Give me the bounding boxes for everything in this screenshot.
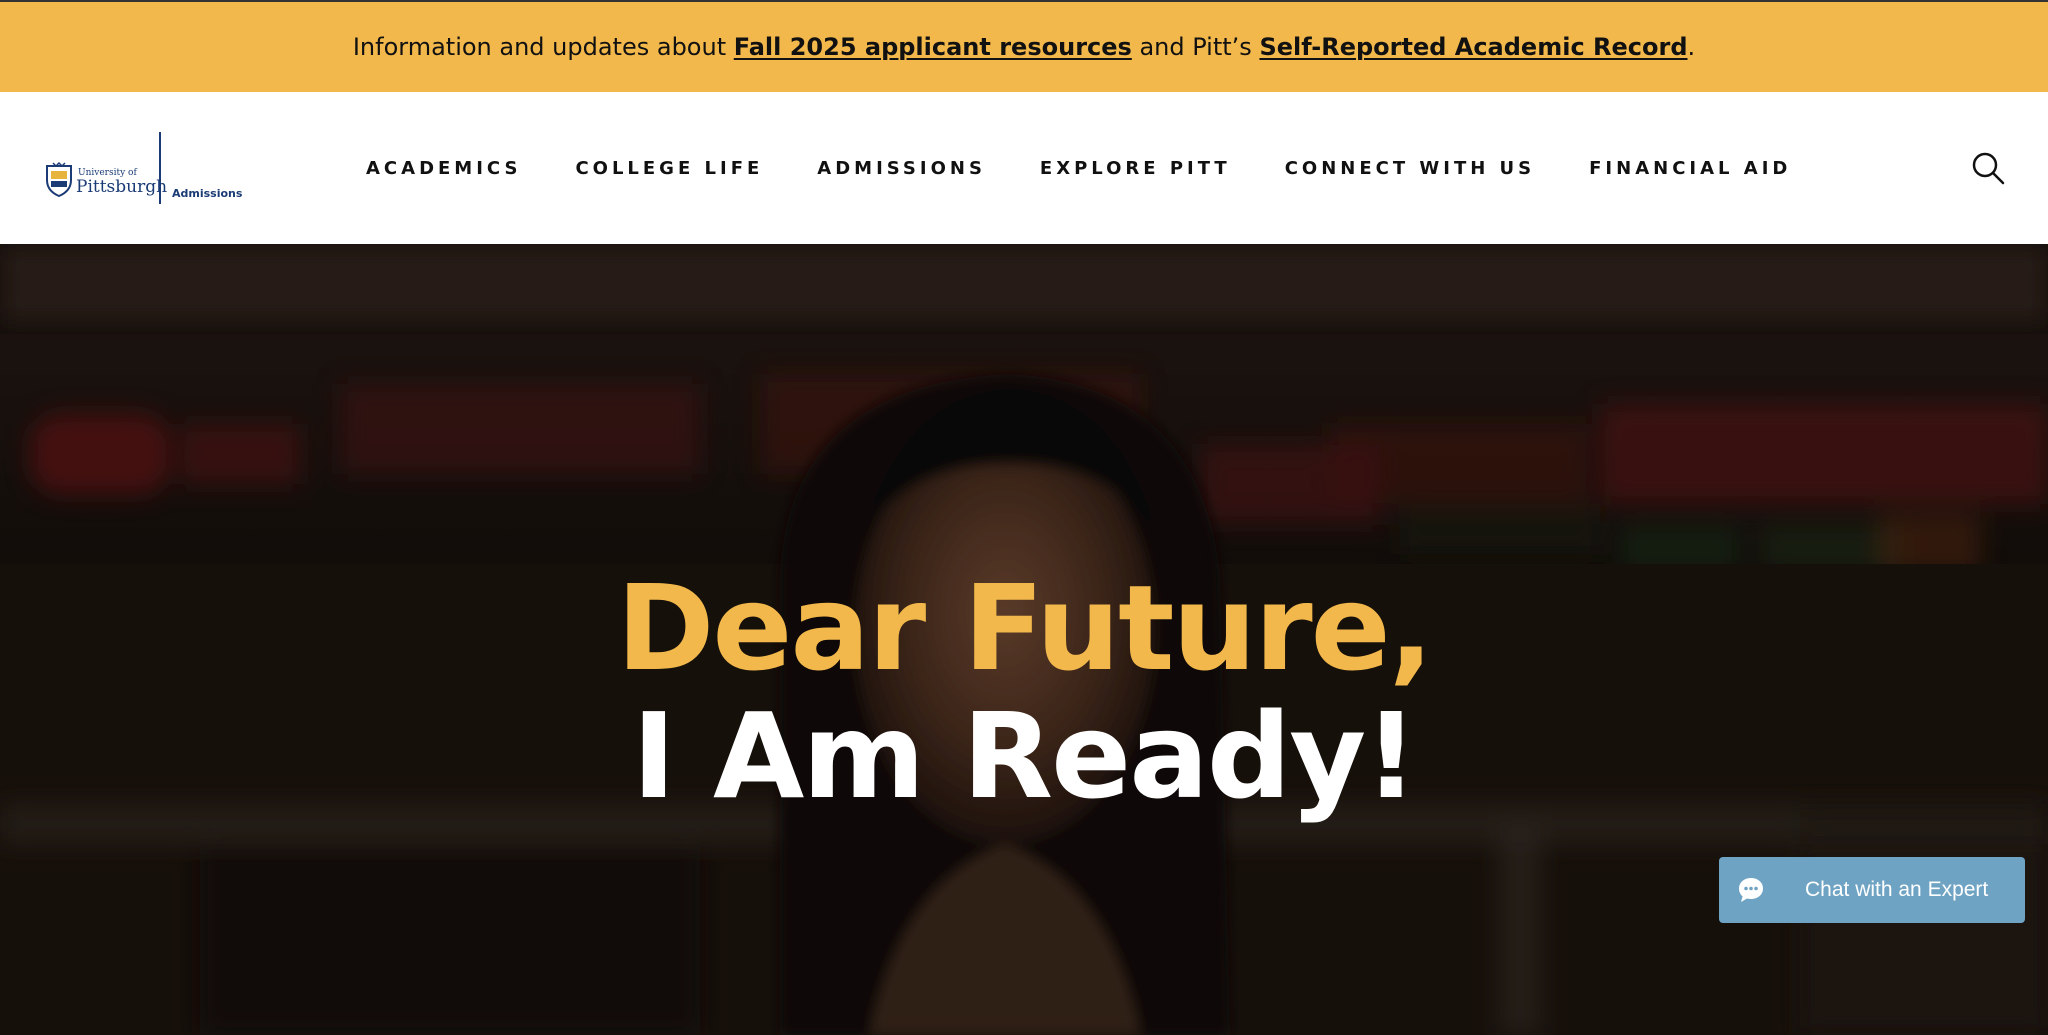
- hero-headline-line2: I Am Ready!: [631, 687, 1418, 825]
- chat-button-label: Chat with an Expert: [1805, 878, 1989, 901]
- main-nav: ACADEMICS COLLEGE LIFE ADMISSIONS EXPLOR…: [366, 92, 1791, 244]
- search-button[interactable]: [1970, 150, 2006, 186]
- nav-item-financial-aid[interactable]: FINANCIAL AID: [1589, 158, 1791, 179]
- pitt-shield-icon: [46, 162, 72, 198]
- fall-2025-resources-link[interactable]: Fall 2025 applicant resources: [734, 33, 1132, 61]
- logo-divider: [159, 132, 161, 204]
- hero-headline: Dear Future, I Am Ready!: [0, 564, 2048, 820]
- self-reported-academic-record-link[interactable]: Self-Reported Academic Record: [1259, 33, 1687, 61]
- banner-text-middle: and Pitt’s: [1131, 33, 1260, 61]
- nav-item-college-life[interactable]: COLLEGE LIFE: [575, 158, 763, 179]
- nav-item-academics[interactable]: ACADEMICS: [366, 158, 521, 179]
- banner-text-suffix: .: [1687, 33, 1696, 61]
- banner-text-prefix: Information and updates about: [352, 33, 734, 61]
- logo-university-name: Pittsburgh: [76, 177, 168, 197]
- chat-with-expert-button[interactable]: Chat with an Expert: [1719, 857, 2025, 923]
- site-header: University of Pittsburgh Admissions ACAD…: [0, 92, 2048, 244]
- nav-item-explore-pitt[interactable]: EXPLORE PITT: [1040, 158, 1231, 179]
- announcement-banner: Information and updates about Fall 2025 …: [0, 0, 2048, 92]
- hero-headline-line1: Dear Future,: [616, 559, 1433, 697]
- logo-unit-name: Admissions: [172, 187, 243, 200]
- search-icon: [1972, 152, 2005, 185]
- chat-bubble-icon: [1739, 878, 1763, 902]
- nav-item-connect-with-us[interactable]: CONNECT WITH US: [1285, 158, 1535, 179]
- pitt-admissions-logo[interactable]: University of Pittsburgh Admissions: [44, 132, 242, 208]
- nav-item-admissions[interactable]: ADMISSIONS: [817, 158, 986, 179]
